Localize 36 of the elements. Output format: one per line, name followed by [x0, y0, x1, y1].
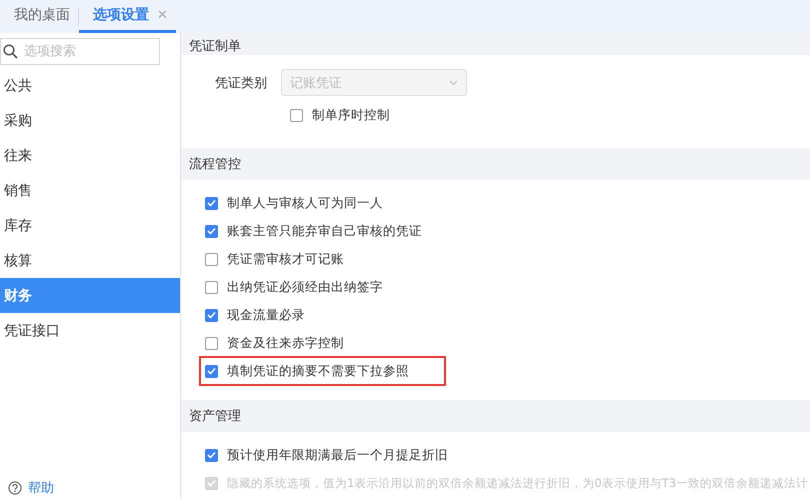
- sidebar-item[interactable]: 采购: [0, 103, 180, 138]
- option-label: 账套主管只能弃审自己审核的凭证: [227, 222, 422, 240]
- checkbox[interactable]: [205, 364, 218, 378]
- tab[interactable]: 我的桌面: [0, 0, 78, 33]
- checkbox[interactable]: [205, 308, 218, 322]
- sidebar-item[interactable]: 销售: [0, 173, 180, 208]
- checkbox[interactable]: [205, 448, 218, 462]
- checkbox[interactable]: [205, 280, 218, 294]
- sidebar-item[interactable]: 核算: [0, 243, 180, 278]
- section-header: 流程管控: [181, 148, 810, 180]
- search-field[interactable]: 选项搜索: [0, 38, 160, 65]
- option-label: 资金及往来赤字控制: [227, 334, 344, 352]
- sidebar-item[interactable]: 库存: [0, 208, 180, 243]
- checkbox[interactable]: [205, 196, 218, 210]
- chevron-down-icon: [449, 80, 458, 86]
- sidebar-item[interactable]: 往来: [0, 138, 180, 173]
- checkbox[interactable]: [290, 108, 303, 122]
- search-icon: [3, 44, 18, 59]
- option-label: 预计使用年限期满最后一个月提足折旧: [227, 446, 448, 464]
- option-label: 凭证需审核才可记账: [227, 250, 344, 268]
- sidebar-item[interactable]: 凭证接口: [0, 313, 180, 348]
- field-label: 凭证类别: [215, 74, 267, 92]
- option-label: 制单人与审核人可为同一人: [227, 194, 383, 212]
- section-header: 凭证制单: [181, 33, 810, 55]
- option-label: 隐藏的系统选项，值为1表示沿用以前的双倍余额递减法进行折旧，为0表示使用与T3一致的双倍余额递减法计: [227, 476, 808, 490]
- option-label: 出纳凭证必须经由出纳签字: [227, 278, 383, 296]
- sidebar-item[interactable]: 公共: [0, 68, 180, 103]
- checkbox[interactable]: [205, 224, 218, 238]
- help-icon: [8, 481, 22, 495]
- help-link[interactable]: 帮助: [0, 479, 180, 499]
- checkbox[interactable]: [205, 252, 218, 266]
- checkbox[interactable]: [205, 336, 218, 350]
- option-label: 现金流量必录: [227, 306, 305, 324]
- section-header: 资产管理: [181, 400, 810, 432]
- option-label: 填制凭证的摘要不需要下拉参照: [227, 362, 409, 380]
- option-label: 制单序时控制: [312, 106, 390, 124]
